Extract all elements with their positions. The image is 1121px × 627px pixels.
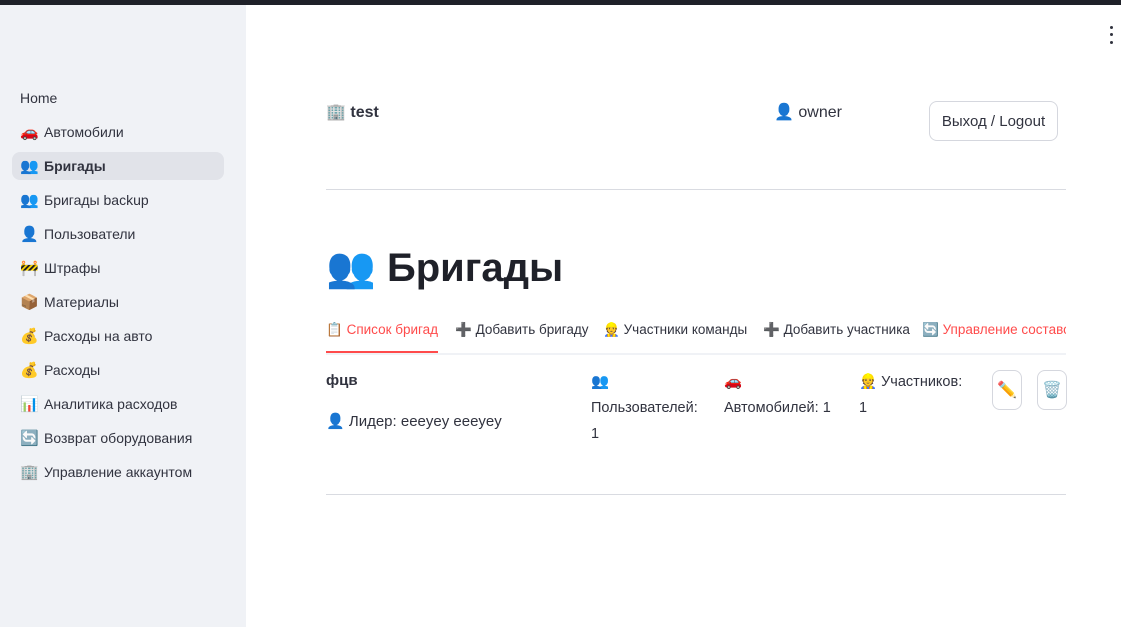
tab-label: Управление составом (942, 322, 1066, 337)
user-icon: 👤 (774, 104, 794, 121)
page-title-text: Бригады (386, 246, 564, 290)
sidebar: Home 🚗 Автомобили 👥 Бригады 👥 Бригады ba… (0, 5, 246, 627)
user-label: 👤 owner (774, 102, 842, 122)
worker-icon: 👷 (859, 374, 878, 390)
user-icon: 👤 (326, 413, 345, 430)
trash-icon: 🗑️ (1042, 382, 1062, 399)
sidebar-item-label: Управление аккаунтом (44, 464, 193, 480)
users-label: Пользователей: (591, 400, 698, 416)
members-count: 1 (859, 400, 868, 416)
sidebar-item-account-management[interactable]: 🏢 Управление аккаунтом (12, 458, 224, 486)
sidebar-nav: Home 🚗 Автомобили 👥 Бригады 👥 Бригады ba… (12, 84, 224, 492)
sidebar-item-label: Бригады backup (44, 192, 149, 208)
car-icon: 🚗 (20, 124, 39, 141)
clipboard-icon: 📋 (326, 322, 343, 337)
tab-bar: 📋 Список бригад ➕ Добавить бригаду 👷 Уча… (326, 318, 1066, 355)
office-building-icon: 🏢 (326, 104, 346, 121)
edit-button[interactable]: ✏️ (992, 370, 1022, 410)
tab-label: Участники команды (623, 322, 748, 337)
sidebar-item-label: Бригады (44, 158, 106, 174)
pencil-icon: ✏️ (997, 382, 1017, 399)
people-icon: 👥 (591, 374, 610, 390)
tab-add-member[interactable]: ➕ Добавить участника (763, 318, 910, 351)
plus-icon: ➕ (763, 322, 780, 337)
tab-add-brigade[interactable]: ➕ Добавить бригаду (455, 318, 589, 351)
plus-icon: ➕ (455, 322, 472, 337)
people-icon: 👥 (326, 246, 376, 290)
members-stat: 👷 Участников: 1 (859, 369, 979, 421)
divider (326, 494, 1066, 495)
members-label: Участников: (881, 374, 963, 390)
tab-brigade-list[interactable]: 📋 Список бригад (326, 318, 439, 353)
brigade-name: фцв (326, 372, 358, 389)
sidebar-item-brigades[interactable]: 👥 Бригады (12, 152, 224, 180)
people-icon: 👥 (20, 158, 39, 175)
tab-manage-composition[interactable]: 🔄 Управление составом (922, 318, 1066, 351)
sidebar-item-label: Пользователи (44, 226, 136, 242)
sidebar-item-label: Home (20, 90, 58, 106)
tab-label: Добавить бригаду (475, 322, 589, 337)
sidebar-item-materials[interactable]: 📦 Материалы (12, 288, 224, 316)
sidebar-item-label: Расходы (44, 362, 101, 378)
cars-stat: 🚗 Автомобилей: 1 (724, 369, 844, 421)
sidebar-item-label: Аналитика расходов (44, 396, 178, 412)
main-menu-icon[interactable] (1105, 24, 1117, 46)
sidebar-item-label: Материалы (44, 294, 119, 310)
sidebar-item-equipment-return[interactable]: 🔄 Возврат оборудования (12, 424, 224, 452)
users-count: 1 (591, 426, 600, 442)
users-stat: 👥 Пользователей: 1 (591, 369, 711, 447)
sidebar-item-users[interactable]: 👤 Пользователи (12, 220, 224, 248)
sidebar-item-label: Автомобили (44, 124, 124, 140)
org-label: 🏢 test (326, 102, 379, 122)
bar-chart-icon: 📊 (20, 396, 39, 413)
tab-team-members[interactable]: 👷 Участники команды (603, 318, 747, 351)
tab-label: Добавить участника (783, 322, 910, 337)
money-bag-icon: 💰 (20, 328, 39, 345)
package-icon: 📦 (20, 294, 39, 311)
user-icon: 👤 (20, 226, 39, 243)
construction-icon: 🚧 (20, 260, 39, 277)
sidebar-item-label: Штрафы (44, 260, 101, 276)
org-name: test (350, 104, 379, 121)
page-title: 👥 Бригады (326, 244, 563, 291)
sidebar-item-expense-analytics[interactable]: 📊 Аналитика расходов (12, 390, 224, 418)
worker-icon: 👷 (603, 322, 620, 337)
money-bag-icon: 💰 (20, 362, 39, 379)
sidebar-item-label: Возврат оборудования (44, 430, 193, 446)
sidebar-item-fines[interactable]: 🚧 Штрафы (12, 254, 224, 282)
sidebar-item-home[interactable]: Home (12, 84, 224, 112)
user-role: owner (798, 104, 842, 121)
refresh-icon: 🔄 (922, 322, 939, 337)
sidebar-item-label: Расходы на авто (44, 328, 153, 344)
people-icon: 👥 (20, 192, 39, 209)
tab-label: Список бригад (346, 322, 439, 337)
divider (326, 189, 1066, 190)
members-line: 👷 Участников: (859, 369, 979, 395)
brigade-leader: 👤 Лидер: eeeyey eeeyey (326, 412, 502, 430)
sidebar-item-car-expenses[interactable]: 💰 Расходы на авто (12, 322, 224, 350)
sidebar-item-brigades-backup[interactable]: 👥 Бригады backup (12, 186, 224, 214)
cars-label: Автомобилей: 1 (724, 400, 831, 416)
sidebar-item-cars[interactable]: 🚗 Автомобили (12, 118, 224, 146)
logout-button[interactable]: Выход / Logout (929, 101, 1058, 141)
delete-button[interactable]: 🗑️ (1037, 370, 1067, 410)
office-building-icon: 🏢 (20, 464, 39, 481)
refresh-icon: 🔄 (20, 430, 39, 447)
car-icon: 🚗 (724, 374, 743, 390)
sidebar-item-expenses[interactable]: 💰 Расходы (12, 356, 224, 384)
leader-text: Лидер: eeeyey eeeyey (348, 413, 502, 430)
